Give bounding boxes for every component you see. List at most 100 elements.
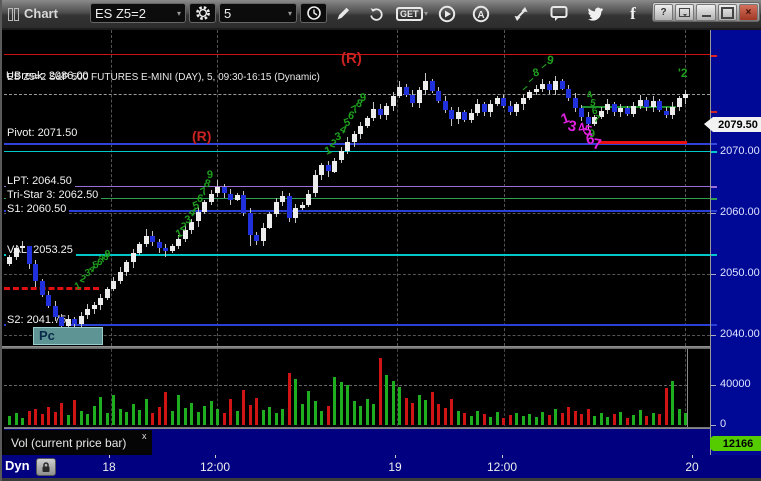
- candle: [624, 108, 630, 115]
- axis-level-marker: [711, 324, 717, 326]
- redo-button[interactable]: [364, 4, 390, 23]
- candle: [468, 113, 474, 121]
- window-title: Chart: [24, 6, 58, 21]
- facebook-button[interactable]: f: [620, 4, 646, 23]
- candle: [520, 98, 526, 105]
- axis-level-marker: [711, 186, 717, 188]
- candle: [241, 194, 246, 213]
- volume-bar: [112, 395, 115, 425]
- axis-tick: [711, 274, 716, 275]
- lock-button[interactable]: [36, 458, 56, 476]
- draw-tool-button[interactable]: [330, 4, 356, 23]
- candle: [273, 202, 279, 215]
- candle: [631, 105, 636, 115]
- candle: [65, 319, 71, 326]
- candle: [436, 91, 441, 101]
- titlebar[interactable]: Chart ES Z5=2 ▾ 5 ▾ GET ▾ A f ? ×: [2, 0, 761, 30]
- price-pane[interactable]: ES Z5=2 S&P 500 FUTURES E-MINI (DAY), 5,…: [4, 30, 710, 346]
- a-circle-icon: A: [472, 5, 490, 23]
- symbol-settings-button[interactable]: [189, 3, 216, 23]
- volume-bar: [320, 411, 323, 425]
- volume-pane[interactable]: [4, 349, 710, 428]
- close-icon[interactable]: x: [142, 431, 147, 441]
- volume-bar: [209, 401, 213, 425]
- volume-bar: [190, 403, 193, 425]
- volume-bar: [86, 414, 89, 425]
- level-label: LPT: 2064.50: [6, 175, 75, 188]
- panel-button[interactable]: [675, 4, 695, 21]
- time-tick: [109, 455, 110, 458]
- candle: [423, 81, 428, 90]
- share-button[interactable]: [508, 4, 534, 23]
- volume-bar: [417, 395, 421, 425]
- candle: [72, 319, 77, 324]
- volume-bar: [287, 373, 291, 425]
- axis-tick: [711, 425, 716, 426]
- candle: [7, 256, 12, 265]
- maximize-button[interactable]: [717, 4, 737, 21]
- candle: [20, 245, 25, 249]
- volume-bar: [261, 410, 265, 425]
- candle: [475, 104, 480, 113]
- candle: [130, 253, 136, 263]
- comment-button[interactable]: [546, 4, 572, 23]
- candle: [286, 195, 292, 218]
- candle: [52, 305, 58, 318]
- volume-bar: [372, 404, 375, 425]
- volume-bar: [463, 413, 466, 425]
- symbol-dropdown[interactable]: ES Z5=2 ▾: [90, 3, 186, 23]
- time-tick: [502, 455, 503, 458]
- time-axis[interactable]: Dyn 18 12:00 19 12:00 20: [2, 455, 761, 478]
- axis-label: 2070.00: [720, 145, 760, 157]
- candle: [533, 88, 539, 93]
- candle: [202, 202, 207, 212]
- interval-dropdown[interactable]: 5 ▾: [219, 3, 297, 23]
- volume-bar: [125, 412, 128, 425]
- volume-bar: [216, 409, 219, 425]
- candle: [637, 99, 643, 106]
- volume-bar: [482, 414, 486, 425]
- axis-level-marker: [711, 55, 717, 57]
- candle: [358, 126, 363, 134]
- gridline-horizontal: [4, 274, 710, 275]
- volume-bar: [398, 387, 401, 425]
- volume-bar: [255, 398, 258, 425]
- volume-bar: [21, 418, 24, 425]
- volume-bar: [476, 411, 479, 425]
- volume-bar: [625, 418, 629, 425]
- time-label: 20: [685, 460, 699, 474]
- candle: [416, 89, 422, 104]
- volume-bar: [658, 414, 661, 425]
- candle: [650, 100, 656, 107]
- time-template-button[interactable]: [300, 3, 327, 23]
- volume-bar: [664, 388, 668, 425]
- volume-bar: [274, 413, 278, 425]
- candle: [33, 264, 38, 282]
- candle: [260, 227, 266, 242]
- candle: [514, 104, 519, 112]
- volume-bar: [222, 413, 226, 425]
- play-button[interactable]: [434, 4, 460, 23]
- volume-bar: [495, 412, 499, 425]
- volume-bar: [170, 411, 174, 425]
- candle: [611, 104, 617, 112]
- candle: [124, 262, 129, 272]
- tab-volume[interactable]: Vol (current price bar): [4, 430, 152, 456]
- analysis-button[interactable]: A: [468, 4, 494, 23]
- minimize-button[interactable]: [696, 4, 716, 21]
- volume-bar: [151, 413, 154, 425]
- twitter-button[interactable]: [582, 4, 608, 23]
- help-button[interactable]: ?: [654, 4, 674, 21]
- volume-bar: [144, 399, 148, 425]
- volume-bar: [515, 413, 518, 425]
- candle: [39, 281, 45, 295]
- price-axis[interactable]: 2079.50 12166 2070.00 2060.00 2050.00 2040.…: [704, 30, 761, 455]
- pane-separator[interactable]: [2, 346, 710, 349]
- volume-bar: [40, 414, 44, 425]
- get-button[interactable]: GET ▾: [396, 4, 428, 23]
- volume-bar: [99, 397, 102, 425]
- candle: [494, 98, 500, 105]
- volume-bar: [242, 390, 245, 425]
- level-label: S1: 2060.50: [6, 203, 70, 216]
- close-button[interactable]: ×: [738, 4, 759, 21]
